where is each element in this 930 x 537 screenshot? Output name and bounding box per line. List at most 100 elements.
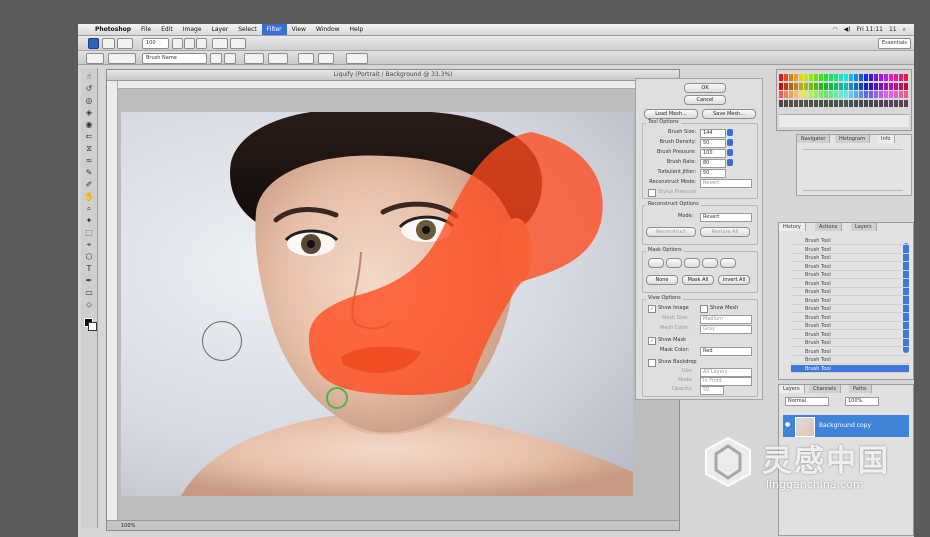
- brush-rate-stepper[interactable]: [727, 159, 733, 166]
- history-row[interactable]: Brush Tool: [791, 246, 909, 254]
- history-row[interactable]: Brush Tool: [791, 305, 909, 313]
- color-swatch[interactable]: [839, 74, 843, 81]
- color-swatch[interactable]: [814, 99, 818, 107]
- color-swatch[interactable]: [874, 91, 878, 98]
- pucker-tool-icon[interactable]: ◈: [84, 108, 94, 117]
- option-toggle-4[interactable]: [268, 53, 288, 64]
- tab-navigator[interactable]: Navigator: [797, 135, 831, 143]
- thaw-mask-tool-icon[interactable]: ✐: [84, 180, 94, 189]
- swatch-grid[interactable]: [779, 74, 909, 108]
- color-swatch[interactable]: [829, 74, 833, 81]
- color-swatch[interactable]: [849, 74, 853, 81]
- brush-rate-field[interactable]: 80: [700, 159, 726, 168]
- color-swatch[interactable]: [794, 91, 798, 98]
- color-swatch[interactable]: [904, 99, 908, 107]
- tool-icon-18[interactable]: ✒: [84, 276, 94, 285]
- brush-picker[interactable]: [108, 53, 136, 64]
- color-swatch[interactable]: [804, 99, 808, 107]
- reconstruct-button[interactable]: Reconstruct: [646, 227, 696, 237]
- load-mesh-button[interactable]: Load Mesh...: [644, 109, 698, 119]
- freeze-mask-tool-icon[interactable]: ✎: [84, 168, 94, 177]
- menu-window[interactable]: Window: [311, 24, 345, 35]
- history-row[interactable]: Brush Tool: [791, 288, 909, 296]
- opacity-field[interactable]: 50: [700, 386, 724, 395]
- color-swatch[interactable]: [844, 82, 848, 90]
- menu-clock[interactable]: Fri 11:11: [857, 24, 883, 35]
- color-swatch[interactable]: [874, 82, 878, 90]
- history-row[interactable]: Brush Tool: [791, 297, 909, 305]
- zoom-level-select[interactable]: 100: [142, 38, 169, 49]
- rotate-view-button[interactable]: [196, 38, 207, 49]
- color-swatch[interactable]: [784, 82, 788, 90]
- mask-all-button[interactable]: Mask All: [682, 275, 714, 285]
- color-swatch[interactable]: [779, 99, 783, 107]
- menu-user[interactable]: 11: [889, 24, 897, 35]
- tab-layers-alt[interactable]: Layers: [851, 223, 877, 231]
- tab-history[interactable]: History: [779, 223, 806, 231]
- mesh-size-select[interactable]: Medium: [700, 315, 752, 324]
- color-swatch[interactable]: [889, 99, 893, 107]
- layer-visibility-icon[interactable]: ●: [785, 422, 791, 428]
- color-swatch[interactable]: [829, 99, 833, 107]
- option-toggle-7[interactable]: [346, 53, 368, 64]
- mask-mode-intersect[interactable]: [702, 258, 718, 268]
- menu-filter[interactable]: Filter: [261, 24, 287, 35]
- ok-button[interactable]: OK: [684, 83, 726, 93]
- color-swatch[interactable]: [794, 99, 798, 107]
- color-swatch[interactable]: [839, 99, 843, 107]
- history-row[interactable]: Brush Tool: [791, 348, 909, 356]
- color-swatch[interactable]: [879, 99, 883, 107]
- use-select[interactable]: All Layers: [700, 368, 752, 377]
- reconstruct-tool-icon[interactable]: ↺: [84, 84, 94, 93]
- show-backdrop-checkbox[interactable]: [648, 359, 656, 367]
- wifi-icon[interactable]: ◠: [832, 24, 837, 35]
- color-swatch[interactable]: [864, 74, 868, 81]
- color-swatch[interactable]: [849, 99, 853, 107]
- color-swatch[interactable]: [814, 82, 818, 90]
- brush-preset-select[interactable]: Brush Name: [142, 53, 207, 64]
- layer-opacity-field[interactable]: 100%: [845, 397, 879, 406]
- ps-logo-icon[interactable]: [88, 38, 99, 49]
- color-swatch[interactable]: [834, 74, 838, 81]
- color-swatch[interactable]: [874, 74, 878, 81]
- menu-select[interactable]: Select: [233, 24, 262, 35]
- mask-mode-add[interactable]: [666, 258, 682, 268]
- color-swatch[interactable]: [859, 99, 863, 107]
- color-swatch[interactable]: [864, 82, 868, 90]
- color-swatch[interactable]: [869, 99, 873, 107]
- color-swatch[interactable]: [844, 74, 848, 81]
- color-swatch[interactable]: [884, 99, 888, 107]
- mask-none-button[interactable]: None: [646, 275, 678, 285]
- tab-paths[interactable]: Paths: [849, 385, 872, 393]
- color-swatch[interactable]: [779, 82, 783, 90]
- show-mask-checkbox[interactable]: ✓: [648, 337, 656, 345]
- color-swatch[interactable]: [889, 82, 893, 90]
- stylus-pressure-checkbox[interactable]: [648, 189, 656, 197]
- color-swatch[interactable]: [789, 74, 793, 81]
- color-swatch[interactable]: [884, 82, 888, 90]
- screen-mode-button[interactable]: [230, 38, 246, 49]
- color-swatch[interactable]: [904, 74, 908, 81]
- menu-help[interactable]: Help: [345, 24, 369, 35]
- show-image-checkbox[interactable]: ✓: [648, 305, 656, 313]
- brush-density-stepper[interactable]: [727, 139, 733, 146]
- color-swatch[interactable]: [799, 91, 803, 98]
- tab-info[interactable]: Info: [877, 135, 896, 143]
- color-swatch[interactable]: [869, 74, 873, 81]
- spotlight-icon[interactable]: ⌕: [903, 24, 906, 35]
- tab-layers[interactable]: Layers: [779, 385, 805, 393]
- tool-preset-picker[interactable]: [86, 53, 104, 64]
- color-swatch[interactable]: [869, 82, 873, 90]
- launch-bridge-button[interactable]: [102, 38, 115, 49]
- color-swatch[interactable]: [859, 74, 863, 81]
- color-swatch[interactable]: [799, 82, 803, 90]
- color-swatch[interactable]: [859, 91, 863, 98]
- turbulent-jitter-field[interactable]: 50: [700, 169, 726, 178]
- cancel-button[interactable]: Cancel: [684, 95, 726, 105]
- menu-layer[interactable]: Layer: [207, 24, 234, 35]
- tab-histogram[interactable]: Histogram: [835, 135, 870, 143]
- color-swatch[interactable]: [879, 91, 883, 98]
- color-swatch[interactable]: [809, 82, 813, 90]
- tool-icon-19[interactable]: ▭: [84, 288, 94, 297]
- history-row[interactable]: Brush Tool: [791, 364, 909, 373]
